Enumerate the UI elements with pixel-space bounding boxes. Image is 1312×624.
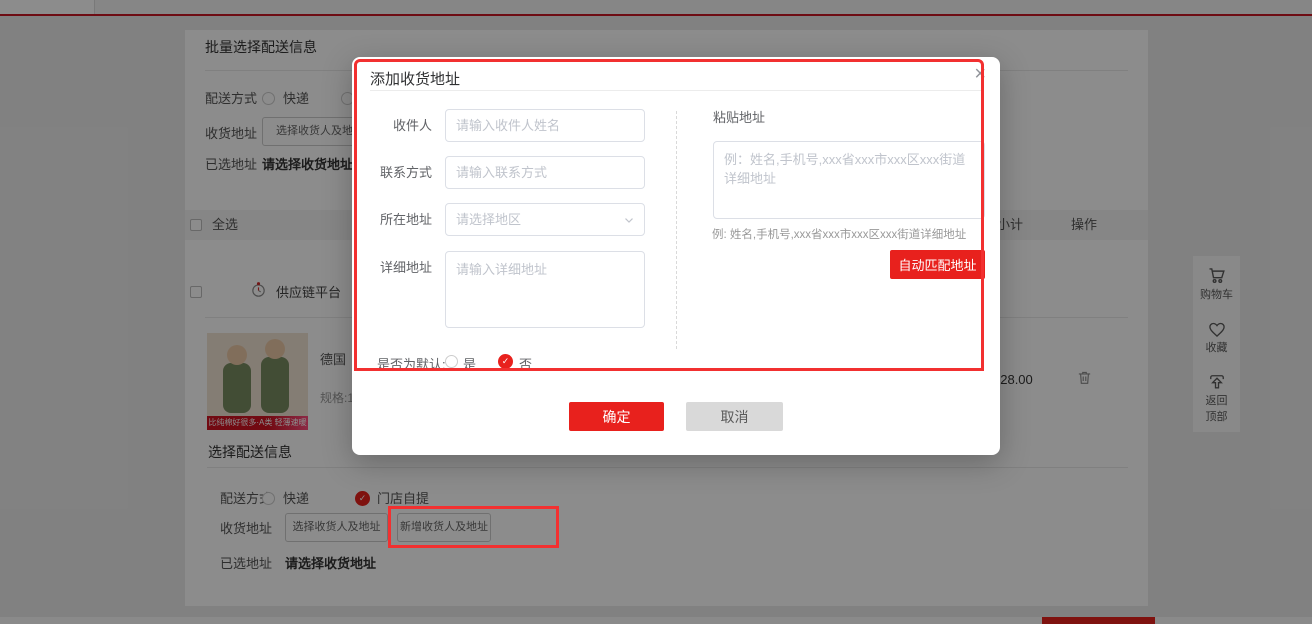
dialog-column-divider <box>676 111 677 349</box>
paste-hint: 例: 姓名,手机号,xxx省xxx市xxx区xxx街道详细地址 <box>712 226 966 242</box>
chevron-down-icon <box>622 213 636 230</box>
paste-address-label: 粘贴地址 <box>713 107 765 126</box>
cart-page: 批量选择配送信息 配送方式 快递 收货地址 选择收货人及地址 已选地址 请选择收… <box>0 0 1312 624</box>
auto-match-address-button[interactable]: 自动匹配地址 <box>890 250 985 279</box>
default-yes-label: 是 <box>463 354 476 373</box>
confirm-button[interactable]: 确定 <box>569 402 664 431</box>
cancel-button[interactable]: 取消 <box>686 402 783 431</box>
contact-input[interactable] <box>445 156 645 189</box>
default-label: 是否为默认: <box>377 354 446 373</box>
region-select-placeholder: 请选择地区 <box>446 204 644 235</box>
contact-label: 联系方式 <box>352 164 432 182</box>
default-no-radio-checked[interactable]: ✓ <box>498 354 513 369</box>
detail-address-label: 详细地址 <box>352 259 432 277</box>
recipient-input[interactable] <box>445 109 645 142</box>
add-address-dialog: 添加收货地址 × 收件人 联系方式 所在地址 请选择地区 详细地址 是否为默认:… <box>352 57 1000 455</box>
region-select[interactable]: 请选择地区 <box>445 203 645 236</box>
close-icon[interactable]: × <box>974 62 986 86</box>
dialog-title: 添加收货地址 <box>370 68 460 89</box>
paste-address-textarea[interactable] <box>713 141 985 219</box>
recipient-label: 收件人 <box>352 117 432 135</box>
dialog-title-divider <box>370 90 982 91</box>
default-no-label: 否 <box>519 354 532 373</box>
default-yes-radio[interactable] <box>445 355 458 368</box>
detail-address-textarea[interactable] <box>445 251 645 328</box>
region-label: 所在地址 <box>352 211 432 229</box>
